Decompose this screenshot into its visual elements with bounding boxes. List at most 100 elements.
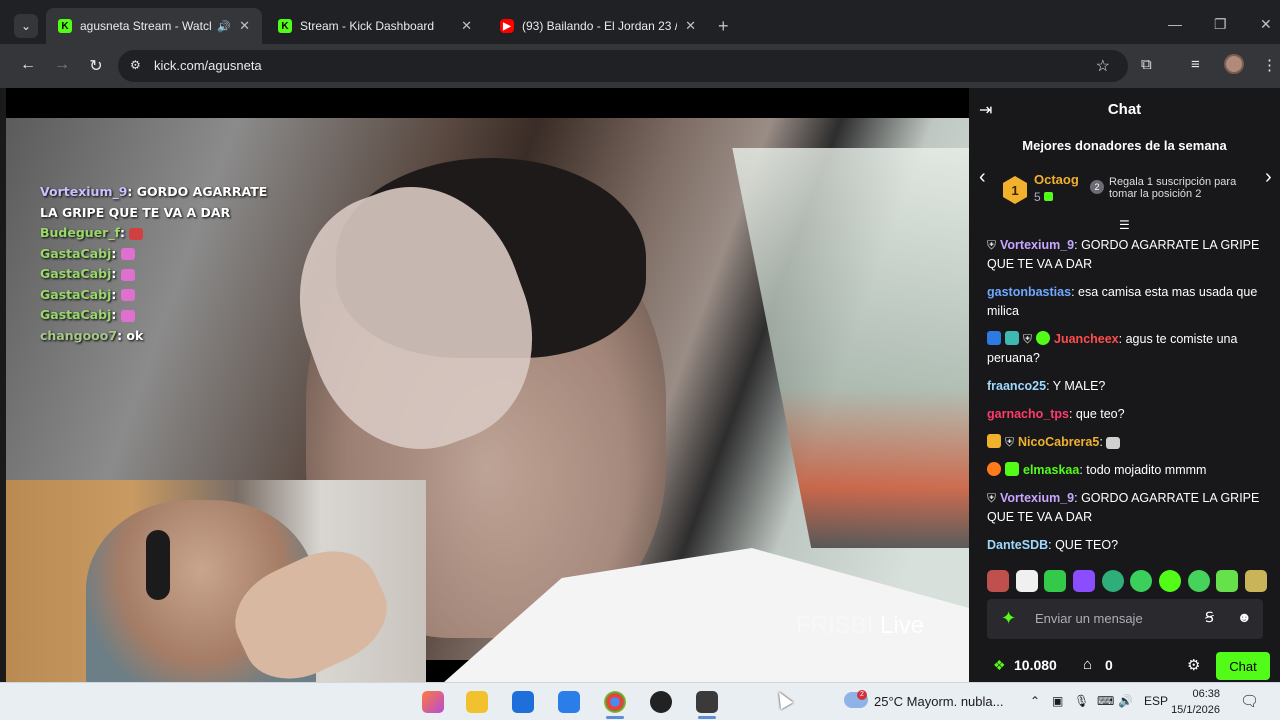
emote-icon[interactable] [1187,570,1210,592]
translate-icon[interactable]: Ꞩ [1205,609,1214,626]
emote-icon[interactable] [1101,570,1124,592]
emote-icon[interactable] [1044,570,1067,592]
gear-icon[interactable]: ⚙ [1187,656,1200,674]
chat-message: ⛨ Vortexium_9: GORDO AGARRATE LA GRIPE QU… [987,238,1260,271]
address-bar[interactable]: ⚙ kick.com/agusneta ☆ [118,50,1128,82]
forward-icon[interactable]: → [52,56,72,74]
rank-badge-1: 1 [1003,176,1027,204]
chat-username[interactable]: DanteSDB [987,538,1048,552]
file-explorer-icon[interactable] [466,691,488,713]
stream-overlay-chat: Vortexium_9: GORDO AGARRATE LA GRIPE QUE… [40,182,280,346]
car-window [732,148,969,548]
obs-app-icon[interactable] [650,691,672,713]
tab-youtube-bailando[interactable]: ▶ (93) Bailando - El Jordan 23 / St ✕ [488,8,708,44]
chat-username[interactable]: fraanco25 [987,379,1046,393]
tray-app-icon[interactable]: ▣ [1052,694,1063,708]
kick-icon: K [58,19,72,33]
outlook-app-icon[interactable] [558,691,580,713]
restore-icon[interactable]: ❐ [1214,16,1227,33]
chat-username[interactable]: Juancheex [1054,332,1119,346]
speaker-icon[interactable]: 🔊 [217,20,231,33]
bookmark-star-icon[interactable]: ☆ [1096,56,1110,76]
chat-input-placeholder[interactable]: Enviar un mensaje [1035,611,1143,626]
close-tab-icon[interactable]: ✕ [685,18,696,34]
notification-icon[interactable]: 🗨 [1240,692,1259,710]
chat-message-input[interactable]: ✦ Enviar un mensaje Ꞩ ☻ [987,599,1263,639]
recorder-app-icon[interactable] [696,691,718,719]
chat-username[interactable]: NicoCabrera5 [1018,435,1099,449]
verified-badge-icon [1036,331,1051,345]
overlay-chat-line: GastaCabj: [40,264,280,285]
chat-title: Chat [1107,101,1142,118]
chrome-app-icon[interactable] [604,691,626,719]
new-tab-icon[interactable]: + [718,16,729,37]
close-window-icon[interactable]: ✕ [1260,16,1272,33]
browser-toolbar: ← → ↻ ⚙ kick.com/agusneta ☆ ⧉ ≡ ⋮ [0,44,1280,88]
emote-icon[interactable] [1130,570,1153,592]
emote-icon[interactable] [1015,570,1038,592]
pinned-expand-icon[interactable]: ☰ [1119,218,1130,232]
video-player[interactable]: Vortexium_9: GORDO AGARRATE LA GRIPE QUE… [6,88,969,688]
profile-avatar[interactable] [1224,54,1244,74]
store-app-icon[interactable] [512,691,534,713]
rank-badge-2: 2 [1090,180,1104,194]
send-chat-button[interactable]: Chat [1216,652,1270,680]
chat-message: DanteSDB: QUE TEO? [987,538,1119,552]
url-text[interactable]: kick.com/agusneta [154,58,262,73]
weather-widget[interactable]: 25°C Mayorm. nubla... [874,694,1003,709]
chat-username[interactable]: elmaskaa [1023,463,1079,477]
chat-panel: ⇥ Chat Mejores donadores de la semana ‹ … [969,88,1280,688]
overlay-chat-line: changooo7: ok [40,327,144,343]
chat-username[interactable]: Vortexium_9 [1000,491,1074,505]
chat-username[interactable]: gastonbastias [987,285,1071,299]
clock-date: 15/1/2026 [1171,704,1220,716]
overlay-chat-line: GastaCabj: [40,244,280,265]
back-icon[interactable]: ← [18,56,38,74]
webcam-overlay [6,480,426,688]
close-tab-icon[interactable]: ✕ [239,18,250,34]
weather-badge: 2 [857,690,867,700]
language-indicator[interactable]: ESP [1144,694,1168,708]
tab-agusneta-stream[interactable]: K agusneta Stream - Watch L 🔊 ✕ [46,8,262,44]
site-info-icon[interactable]: ⚙ [130,58,141,72]
chevron-left-icon[interactable]: ‹ [979,166,986,189]
photos-app-icon[interactable] [422,691,444,713]
emote-icon[interactable] [1072,570,1095,592]
tray-chevron-icon[interactable]: ⌃ [1030,694,1040,708]
close-tab-icon[interactable]: ✕ [461,18,472,34]
tab-title: Stream - Kick Dashboard [300,19,435,33]
channel-points-icon[interactable]: ❖ [993,657,1006,674]
top-donor-name[interactable]: Octaog [1034,172,1079,187]
minimize-icon[interactable]: — [1168,16,1182,32]
chevron-right-icon[interactable]: › [1265,166,1272,189]
chat-message: ⛨ NicoCabrera5: [987,433,1267,452]
sub-gift-badge-icon [1005,462,1019,476]
emote-icon[interactable] [1216,570,1239,592]
channel-points-value[interactable]: 10.080 [1014,657,1057,673]
tab-search-icon[interactable]: ⌄ [14,14,38,38]
network-icon[interactable]: ⌨ [1097,694,1114,708]
gift-icon[interactable]: ⌂ [1083,656,1092,673]
emoji-icon[interactable]: ☻ [1237,609,1252,625]
gift-sub-prompt[interactable]: Regala 1 suscripción para tomar la posic… [1109,176,1249,200]
chat-header: ⇥ Chat [969,88,1280,132]
volume-icon[interactable]: 🔊 [1118,694,1133,708]
extensions-icon[interactable]: ⧉ [1141,56,1152,73]
chat-username[interactable]: garnacho_tps [987,407,1069,421]
sparkle-icon[interactable]: ✦ [1001,608,1016,629]
emote-icon[interactable] [1244,570,1267,592]
taskbar-clock[interactable]: 06:38 15/1/2026 [1168,686,1220,718]
microphone-icon[interactable]: 🎙 [1074,694,1089,708]
chat-message: elmaskaa: todo mojadito mmmm [987,461,1267,480]
emote-icon[interactable] [987,570,1009,592]
emote-icon [120,248,135,260]
tab-kick-dashboard[interactable]: K Stream - Kick Dashboard ✕ [266,8,484,44]
media-control-icon[interactable]: ≡ [1191,56,1200,73]
emote-icon[interactable] [1158,570,1181,592]
kick-icon: K [278,19,292,33]
top-donor-amount: 5 [1034,190,1053,204]
chat-username[interactable]: Vortexium_9 [1000,238,1074,252]
chat-footer: ❖ 10.080 ⌂ 0 ⚙ Chat [987,652,1277,680]
reload-icon[interactable]: ↻ [86,56,106,76]
browser-menu-icon[interactable]: ⋮ [1262,56,1277,74]
